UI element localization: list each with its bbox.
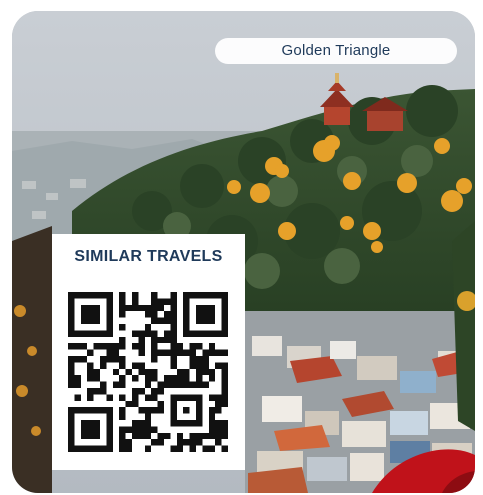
similar-travels-panel: SIMILAR TRAVELS — [52, 234, 245, 470]
destination-tag[interactable]: Golden Triangle — [215, 38, 457, 64]
qr-code[interactable] — [68, 292, 228, 452]
travel-card[interactable]: Golden Triangle SIMILAR TRAVELS — [12, 11, 475, 493]
similar-travels-title: SIMILAR TRAVELS — [74, 248, 223, 265]
